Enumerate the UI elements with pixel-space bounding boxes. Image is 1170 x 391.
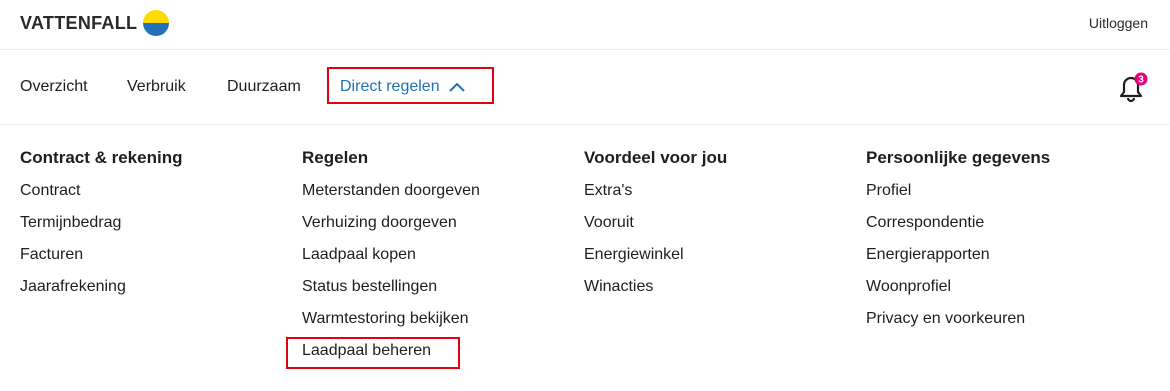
nav-item-overzicht[interactable]: Overzicht [20, 78, 88, 96]
menu-column-title: Voordeel voor jou [584, 148, 728, 167]
menu-link-jaarafrekening[interactable]: Jaarafrekening [20, 278, 126, 295]
menu-link-correspondentie[interactable]: Correspondentie [866, 214, 984, 231]
nav-item-duurzaam[interactable]: Duurzaam [227, 78, 301, 96]
highlight-box-direct-regelen [327, 67, 494, 104]
menu-column-title: Contract & rekening [20, 148, 183, 167]
vattenfall-logo[interactable]: VATTENFALL [20, 10, 170, 36]
nav-item-verbruik[interactable]: Verbruik [127, 78, 186, 96]
menu-link-warmtestoring[interactable]: Warmtestoring bekijken [302, 310, 469, 327]
menu-column-persoonlijk: Persoonlijke gegevens Profiel Correspond… [866, 146, 1050, 338]
bell-icon[interactable]: 3 [1117, 72, 1151, 106]
menu-column-title: Regelen [302, 148, 369, 167]
menu-link-contract[interactable]: Contract [20, 182, 80, 199]
menu-column-voordeel: Voordeel voor jou Extra's Vooruit Energi… [584, 146, 727, 306]
menu-link-energiewinkel[interactable]: Energiewinkel [584, 246, 684, 263]
menu-link-privacy[interactable]: Privacy en voorkeuren [866, 310, 1025, 327]
menu-link-laadpaal-kopen[interactable]: Laadpaal kopen [302, 246, 416, 263]
menu-link-vooruit[interactable]: Vooruit [584, 214, 634, 231]
menu-link-verhuizing[interactable]: Verhuizing doorgeven [302, 214, 457, 231]
highlight-box-laadpaal-beheren [286, 337, 460, 369]
menu-link-woonprofiel[interactable]: Woonprofiel [866, 278, 951, 295]
menu-link-status-bestellingen[interactable]: Status bestellingen [302, 278, 437, 295]
brand-name: VATTENFALL [20, 12, 138, 33]
menu-link-energierapporten[interactable]: Energierapporten [866, 246, 990, 263]
menu-column-title: Persoonlijke gegevens [866, 148, 1051, 167]
brand-mark-icon [143, 10, 170, 36]
menu-link-facturen[interactable]: Facturen [20, 246, 83, 263]
menu-column-contract: Contract & rekening Contract Termijnbedr… [20, 146, 182, 306]
notification-count: 3 [1138, 75, 1144, 86]
logout-link[interactable]: Uitloggen [1089, 15, 1148, 31]
menu-link-meterstanden[interactable]: Meterstanden doorgeven [302, 182, 480, 199]
menu-link-winacties[interactable]: Winacties [584, 278, 653, 295]
main-nav: Overzicht Verbruik Duurzaam Direct regel… [0, 50, 1170, 125]
menu-link-extras[interactable]: Extra's [584, 182, 632, 199]
top-bar: VATTENFALL Uitloggen [0, 0, 1170, 50]
menu-link-profiel[interactable]: Profiel [866, 182, 911, 199]
menu-link-termijnbedrag[interactable]: Termijnbedrag [20, 214, 121, 231]
